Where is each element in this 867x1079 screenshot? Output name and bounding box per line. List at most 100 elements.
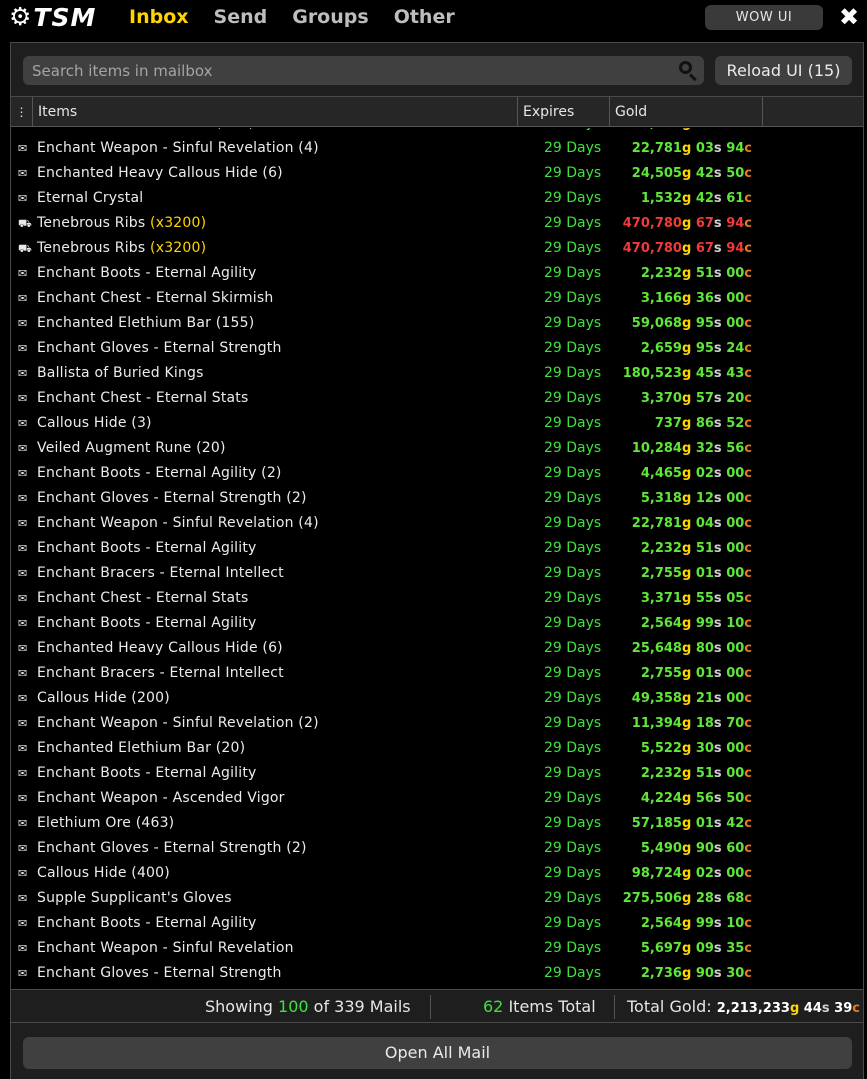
tab-other[interactable]: Other bbox=[394, 5, 455, 29]
table-row[interactable]: ✉ Enchant Weapon - Sinful Revelation (4) 2… bbox=[11, 511, 863, 536]
gold-unit: g bbox=[681, 691, 692, 706]
items-suffix: Items Total bbox=[508, 997, 596, 1016]
table-row[interactable]: ✉ Enchant Weapon - Sinful Revelation (2) 2… bbox=[11, 711, 863, 736]
table-row[interactable]: ✉ Enchant Boots - Eternal Agility (2) 29 D… bbox=[11, 461, 863, 486]
total-gold-amount: 2,213,233 bbox=[716, 1001, 790, 1016]
search-icon[interactable] bbox=[678, 60, 698, 82]
item-name: Enchanted Elethium Bar (100) bbox=[37, 128, 254, 136]
open-all-mail-button[interactable]: Open All Mail bbox=[23, 1037, 852, 1069]
table-body[interactable]: ✉ Enchanted Elethium Bar (100) 29 Days 39,7… bbox=[11, 128, 863, 990]
table-row[interactable]: ✉ Eternal Crystal 29 Days 1,532g 42s 61c bbox=[11, 186, 863, 211]
item-name-text: Enchant Chest - Eternal Stats bbox=[37, 590, 249, 606]
gold-value: 2,564g 99s 10c bbox=[610, 911, 752, 936]
close-icon[interactable]: ✖ bbox=[835, 3, 863, 31]
item-name: Tenebrous Ribs (x3200) bbox=[37, 211, 206, 236]
gold-amount: 2,755 bbox=[640, 666, 682, 681]
tab-inbox[interactable]: Inbox bbox=[129, 5, 189, 29]
copper-unit: c bbox=[744, 916, 752, 931]
copper-amount: 00 bbox=[726, 491, 745, 506]
gold-value: 5,318g 12s 00c bbox=[610, 486, 752, 511]
table-row[interactable]: ✉ Elethium Ore (463) 29 Days 57,185g 01s 42… bbox=[11, 811, 863, 836]
item-name: Enchant Weapon - Ascended Vigor bbox=[37, 786, 285, 811]
table-row[interactable]: ✉ Enchant Gloves - Eternal Strength (2) 29… bbox=[11, 836, 863, 861]
item-name-text: Enchant Boots - Eternal Agility bbox=[37, 765, 257, 781]
header-items[interactable]: Items bbox=[33, 97, 518, 127]
gold-unit: g bbox=[681, 341, 692, 356]
copper-unit: c bbox=[744, 966, 752, 981]
tab-send[interactable]: Send bbox=[214, 5, 268, 29]
column-menu-icon[interactable]: ⋮ bbox=[11, 97, 33, 127]
table-row[interactable]: ⛟ Tenebrous Ribs (x3200) 29 Days 470,780g 6… bbox=[11, 211, 863, 236]
expires-value: 29 Days bbox=[544, 615, 602, 631]
table-row[interactable]: ✉ Enchant Weapon - Sinful Revelation (4) 2… bbox=[11, 136, 863, 161]
gear-icon: ⚙ bbox=[9, 2, 32, 31]
gold-amount: 2,232 bbox=[640, 266, 682, 281]
item-name: Enchant Gloves - Eternal Strength (2) bbox=[37, 836, 307, 861]
table-row[interactable]: ✉ Callous Hide (400) 29 Days 98,724g 02s 00… bbox=[11, 861, 863, 886]
table-row[interactable]: ✉ Enchanted Elethium Bar (20) 29 Days 5,522… bbox=[11, 736, 863, 761]
cart-icon: ⛟ bbox=[18, 217, 32, 230]
expires-value: 29 Days bbox=[544, 665, 602, 681]
table-row[interactable]: ✉ Ballista of Buried Kings 29 Days 180,523g… bbox=[11, 361, 863, 386]
table-row[interactable]: ✉ Enchant Boots - Eternal Agility 29 Days 2… bbox=[11, 761, 863, 786]
gold-unit: g bbox=[681, 766, 692, 781]
mail-icon: ✉ bbox=[18, 817, 28, 830]
copper-amount: 60 bbox=[726, 841, 745, 856]
wow-ui-button[interactable]: WOW UI bbox=[705, 5, 823, 30]
copper-unit: c bbox=[744, 691, 752, 706]
footer-divider bbox=[430, 995, 431, 1019]
expires-value: 29 Days bbox=[544, 240, 602, 256]
table-row[interactable]: ✉ Supple Supplicant's Gloves 29 Days 275,50… bbox=[11, 886, 863, 911]
mail-icon: ✉ bbox=[18, 492, 28, 505]
table-row[interactable]: ✉ Enchant Bracers - Eternal Intellect 29 D… bbox=[11, 661, 863, 686]
table-row[interactable]: ✉ Callous Hide (3) 29 Days 737g 86s 52c bbox=[11, 411, 863, 436]
table-row[interactable]: ✉ Enchant Weapon - Ascended Vigor 29 Days 4… bbox=[11, 786, 863, 811]
copper-amount: 68 bbox=[726, 891, 745, 906]
table-row[interactable]: ✉ Enchanted Heavy Callous Hide (6) 29 Days… bbox=[11, 161, 863, 186]
table-row[interactable]: ✉ Enchanted Elethium Bar (155) 29 Days 59,0… bbox=[11, 311, 863, 336]
gold-unit: g bbox=[681, 616, 692, 631]
table-row[interactable]: ✉ Enchanted Heavy Callous Hide (6) 29 Days… bbox=[11, 636, 863, 661]
table-row[interactable]: ✉ Callous Hide (200) 29 Days 49,358g 21s 00… bbox=[11, 686, 863, 711]
search-input[interactable] bbox=[32, 56, 662, 85]
reload-ui-button[interactable]: Reload UI (15) bbox=[715, 56, 852, 85]
tab-groups[interactable]: Groups bbox=[292, 5, 368, 29]
table-row[interactable]: ✉ Enchant Gloves - Eternal Strength 29 Day… bbox=[11, 336, 863, 361]
table-row[interactable]: ✉ Enchant Boots - Eternal Agility 29 Days 2… bbox=[11, 911, 863, 936]
expires-value: 29 Days bbox=[544, 440, 602, 456]
table-row[interactable]: ✉ Enchant Gloves - Eternal Strength 29 Day… bbox=[11, 961, 863, 986]
total-gold-label: Total Gold: bbox=[627, 997, 712, 1016]
table-row[interactable]: ✉ Enchant Bracers - Eternal Intellect 29 D… bbox=[11, 561, 863, 586]
header-expires[interactable]: Expires bbox=[518, 97, 610, 127]
table-row[interactable]: ✉ Enchant Gloves - Eternal Strength (2) 29… bbox=[11, 486, 863, 511]
copper-amount: 00 bbox=[726, 291, 745, 306]
item-name: Enchant Bracers - Eternal Intellect bbox=[37, 561, 284, 586]
gold-unit: g bbox=[681, 516, 692, 531]
table-row[interactable]: ✉ Enchant Chest - Eternal Stats 29 Days 3,3… bbox=[11, 386, 863, 411]
gold-amount: 5,318 bbox=[640, 491, 682, 506]
table-row[interactable]: ✉ Enchant Weapon - Sinful Revelation 29 Da… bbox=[11, 936, 863, 961]
copper-amount: 43 bbox=[726, 366, 745, 381]
gold-unit: g bbox=[681, 666, 692, 681]
mail-icon: ✉ bbox=[18, 467, 28, 480]
showing-suffix: of 339 Mails bbox=[313, 997, 411, 1016]
mail-icon: ✉ bbox=[18, 917, 28, 930]
table-row[interactable]: ✉ Enchant Boots - Eternal Agility 29 Days 2… bbox=[11, 261, 863, 286]
gold-value: 5,490g 90s 60c bbox=[610, 836, 752, 861]
gold-unit: g bbox=[681, 166, 692, 181]
table-row[interactable]: ✉ Enchant Chest - Eternal Stats 29 Days 3,3… bbox=[11, 586, 863, 611]
table-row[interactable]: ⛟ Tenebrous Ribs (x3200) 29 Days 470,780g 6… bbox=[11, 236, 863, 261]
gold-value: 22,781g 04s 00c bbox=[610, 511, 752, 536]
table-row[interactable]: ✉ Enchant Chest - Eternal Skirmish 29 Days… bbox=[11, 286, 863, 311]
copper-unit: c bbox=[744, 366, 752, 381]
silver-amount: 51 bbox=[695, 541, 714, 556]
table-row[interactable]: ✉ Enchanted Elethium Bar (100) 29 Days 39,7… bbox=[11, 128, 863, 136]
table-row[interactable]: ✉ Veiled Augment Rune (20) 29 Days 10,284g … bbox=[11, 436, 863, 461]
silver-unit: s bbox=[713, 641, 722, 656]
header-gold[interactable]: Gold bbox=[610, 97, 763, 127]
silver-amount: 03 bbox=[695, 141, 714, 156]
table-row[interactable]: ✉ Enchant Boots - Eternal Agility 29 Days 2… bbox=[11, 611, 863, 636]
silver-unit: s bbox=[713, 216, 722, 231]
table-row[interactable]: ✉ Enchant Boots - Eternal Agility 29 Days 2… bbox=[11, 536, 863, 561]
copper-unit: c bbox=[744, 741, 752, 756]
